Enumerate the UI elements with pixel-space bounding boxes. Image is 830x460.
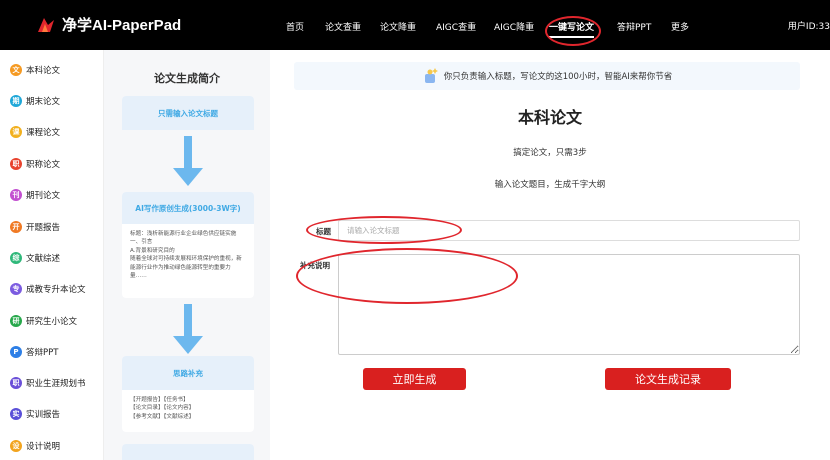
- journal-icon: 刊: [10, 189, 22, 201]
- sparkle-icon: [424, 68, 438, 83]
- sidebar-item-label: 课程论文: [26, 128, 61, 138]
- sidebar-item-label: 答辩PPT: [26, 348, 59, 358]
- nav-item[interactable]: 首页: [286, 20, 304, 33]
- step-ai-sample: 标题：浅析新能源行业企业绿色供应链实施 一、引言 A.背景和研究目的 随着全球对…: [130, 231, 242, 279]
- nav-item[interactable]: 论文降重: [380, 20, 416, 33]
- top-navbar: 净学AI-PaperPad 首页 论文查重 论文降重 AIGC查重 AIGC降重 一键写论…: [0, 0, 830, 50]
- sidebar-item[interactable]: 综文献综述: [10, 250, 60, 266]
- nav-item[interactable]: 一键写论文: [549, 20, 595, 38]
- sidebar-item[interactable]: 文本科论文: [10, 62, 60, 78]
- main-panel: 你只负责输入标题，写论文的这100小时，智能AI来帮你节省 本科论文 搞定论文，…: [270, 50, 830, 460]
- nav-item[interactable]: 答辩PPT: [617, 20, 651, 33]
- banner-text: 你只负责输入标题，写论文的这100小时，智能AI来帮你节省: [443, 72, 673, 82]
- sidebar-item-label: 期末论文: [26, 97, 61, 107]
- sidebar-item-label: 设计说明: [26, 442, 61, 452]
- training-icon: 实: [10, 408, 22, 420]
- career-icon: 职: [10, 377, 22, 389]
- intro-title: 论文生成简介: [154, 72, 220, 85]
- down-arrow-icon: [173, 136, 203, 186]
- step-card-title: 只需输入论文标题: [122, 96, 254, 130]
- supplement-textarea[interactable]: [338, 254, 800, 355]
- sidebar-item-label: 成教专升本论文: [26, 285, 86, 295]
- sidebar-item-label: 文献综述: [26, 254, 61, 264]
- subtitle-outline: 输入论文题目，生成千字大纲: [494, 180, 606, 190]
- nav-item[interactable]: 论文查重: [325, 20, 361, 33]
- book-icon: 期: [10, 95, 22, 107]
- literature-icon: 综: [10, 252, 22, 264]
- sidebar-item[interactable]: 设设计说明: [10, 438, 60, 454]
- page-title: 本科论文: [517, 108, 582, 127]
- step-supplement-label: 思路补充: [122, 356, 254, 390]
- intro-panel: 论文生成简介 只需输入论文标题 AI写作原创生成(3000-3W字) 标题：浅析…: [104, 50, 270, 460]
- sidebar-item[interactable]: 研研究生小论文: [10, 313, 77, 329]
- report-icon: 开: [10, 221, 22, 233]
- down-arrow-icon: [173, 304, 203, 354]
- sidebar-item[interactable]: 实实训报告: [10, 406, 60, 422]
- ppt-icon: P: [10, 346, 22, 358]
- sidebar-item[interactable]: 课课程论文: [10, 124, 60, 140]
- document-icon: 文: [10, 64, 22, 76]
- title-label: 标题: [316, 227, 331, 236]
- sidebar-item[interactable]: P 答辩PPT: [10, 344, 58, 360]
- design-icon: 设: [10, 440, 22, 452]
- main-nav: 首页 论文查重 论文降重 AIGC查重 AIGC降重 一键写论文 答辩PPT 更多: [0, 0, 830, 50]
- nav-item[interactable]: 更多: [671, 20, 689, 33]
- sidebar-item[interactable]: 开开题报告: [10, 219, 60, 235]
- sidebar-item[interactable]: 职职称论文: [10, 156, 60, 172]
- sidebar-item-label: 本科论文: [26, 66, 61, 76]
- supplement-label: 补充说明: [300, 261, 330, 270]
- sidebar-item-label: 实训报告: [26, 410, 61, 420]
- step-card-next: [122, 444, 254, 460]
- sidebar-item-label: 研究生小论文: [26, 317, 78, 327]
- sidebar-item-label: 职称论文: [26, 160, 61, 170]
- step-title-label: 只需输入论文标题: [122, 96, 254, 130]
- subtitle-steps: 搞定论文，只需3步: [513, 148, 587, 158]
- sidebar-item-label: 职业生涯规划书: [26, 379, 86, 389]
- sidebar: 文本科论文期期末论文课课程论文职职称论文刊期刊论文开开题报告综文献综述专成教专升…: [0, 50, 104, 460]
- step-supplement-list: 【开题报告】【任务书】 【论文目录】【论文内容】 【参考文献】【文献综述】: [130, 397, 195, 420]
- title-icon: 职: [10, 158, 22, 170]
- step-card-ai: AI写作原创生成(3000-3W字) 标题：浅析新能源行业企业绿色供应链实施 一…: [122, 192, 254, 298]
- step-card-supplement: 思路补充 【开题报告】【任务书】 【论文目录】【论文内容】 【参考文献】【文献综…: [122, 356, 254, 432]
- sidebar-item[interactable]: 期期末论文: [10, 93, 60, 109]
- promo-banner: 你只负责输入标题，写论文的这100小时，智能AI来帮你节省: [294, 62, 800, 90]
- history-button[interactable]: 论文生成记录: [605, 368, 731, 390]
- nav-item[interactable]: AIGC查重: [436, 20, 476, 33]
- graduation-icon: 专: [10, 283, 22, 295]
- course-icon: 课: [10, 126, 22, 138]
- sidebar-item-label: 开题报告: [26, 223, 61, 233]
- user-id[interactable]: 用户ID:33: [788, 19, 830, 32]
- step-ai-label: AI写作原创生成(3000-3W字): [122, 192, 254, 224]
- sidebar-item[interactable]: 专成教专升本论文: [10, 281, 86, 297]
- nav-item[interactable]: AIGC降重: [494, 20, 534, 33]
- sidebar-item[interactable]: 职职业生涯规划书: [10, 375, 86, 391]
- chart-icon: 研: [10, 315, 22, 327]
- title-input[interactable]: [338, 220, 800, 241]
- sidebar-item-label: 期刊论文: [26, 191, 61, 201]
- generate-button[interactable]: 立即生成: [363, 368, 466, 390]
- sidebar-item[interactable]: 刊期刊论文: [10, 187, 60, 203]
